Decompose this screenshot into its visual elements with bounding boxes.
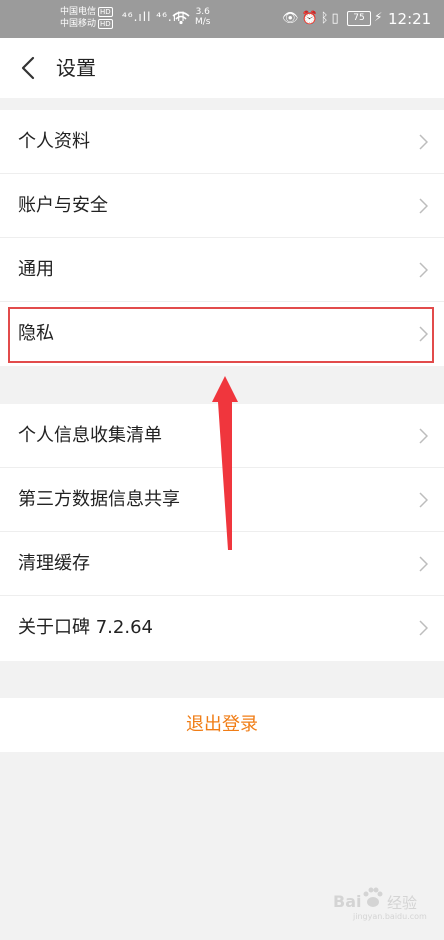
wifi-icon	[172, 11, 190, 25]
settings-item-label: 清理缓存	[18, 553, 90, 574]
carrier-1: 中国电信	[60, 7, 97, 17]
watermark-brand-cn: 经验	[387, 894, 418, 912]
logout-label: 退出登录	[186, 714, 258, 735]
status-time: 12:21	[388, 10, 432, 28]
net-speed: 3.6 M/s	[195, 7, 211, 27]
logout-button[interactable]: 退出登录	[0, 698, 444, 752]
page-title: 设置	[56, 56, 96, 80]
eye-icon: 👁	[282, 11, 302, 26]
watermark-url: jingyan.baidu.com	[353, 912, 427, 921]
chevron-right-icon	[419, 620, 428, 636]
navigation-bar: 设置	[0, 38, 444, 98]
settings-item-about[interactable]: 关于口碑 7.2.64	[0, 596, 444, 660]
baidu-watermark: Bai 经验 jingyan.baidu.com	[325, 882, 435, 922]
status-bar: 中国电信 HD 中国移动 HD ⁴⁶.ıll ⁴⁶.ıll 3.6 M/s 👁⏰ᛒ▯…	[0, 0, 444, 38]
vibrate-icon: ▯	[331, 11, 342, 26]
hd-badge: HD	[98, 7, 113, 17]
settings-item-general[interactable]: 通用	[0, 238, 444, 302]
settings-item-label: 通用	[18, 259, 54, 280]
chevron-right-icon	[419, 134, 428, 150]
chevron-right-icon	[419, 556, 428, 572]
hd-badge-2: HD	[98, 19, 113, 29]
back-arrow-icon[interactable]	[18, 56, 40, 80]
chevron-right-icon	[419, 492, 428, 508]
system-icons: 👁⏰ᛒ▯	[282, 11, 342, 26]
watermark-brand: Bai	[333, 892, 362, 911]
settings-item-label: 账户与安全	[18, 195, 108, 216]
chevron-right-icon	[419, 198, 428, 214]
carrier-info: 中国电信 HD 中国移动 HD	[60, 6, 113, 30]
settings-item-account-security[interactable]: 账户与安全	[0, 174, 444, 238]
settings-item-third-party-sharing[interactable]: 第三方数据信息共享	[0, 468, 444, 532]
chevron-right-icon	[419, 262, 428, 278]
paw-icon	[363, 887, 383, 907]
chevron-right-icon	[419, 428, 428, 444]
settings-item-label: 个人信息收集清单	[18, 425, 162, 446]
settings-item-label: 关于口碑 7.2.64	[18, 617, 153, 638]
settings-item-clear-cache[interactable]: 清理缓存	[0, 532, 444, 596]
privacy-highlight-box	[8, 307, 434, 363]
settings-item-label: 第三方数据信息共享	[18, 489, 180, 510]
settings-item-personal-info-list[interactable]: 个人信息收集清单	[0, 404, 444, 468]
bluetooth-icon: ᛒ	[320, 11, 332, 26]
settings-group-2: 个人信息收集清单 第三方数据信息共享 清理缓存 关于口碑 7.2.64	[0, 404, 444, 661]
settings-item-profile[interactable]: 个人资料	[0, 110, 444, 174]
battery-icon: 75	[347, 11, 371, 26]
carrier-2: 中国移动	[60, 19, 97, 29]
settings-item-label: 个人资料	[18, 131, 90, 152]
charging-icon: ⚡	[374, 10, 383, 24]
alarm-icon: ⏰	[301, 11, 321, 26]
